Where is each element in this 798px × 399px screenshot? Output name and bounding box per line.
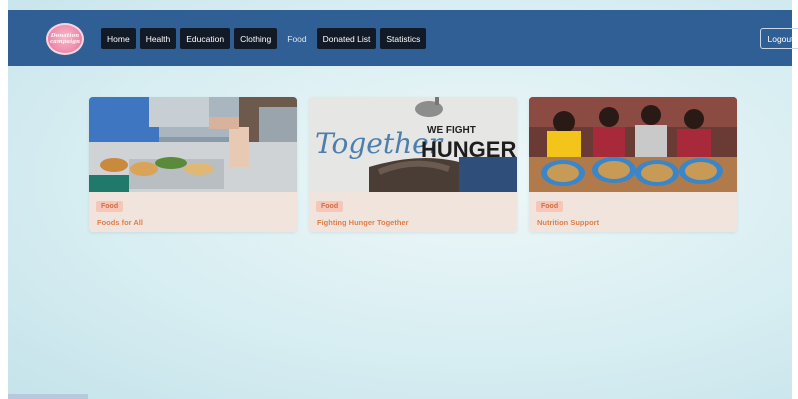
card-image-children-eating: [529, 97, 737, 192]
donation-card-nutrition-support[interactable]: Food Nutrition Support: [529, 97, 737, 232]
taskbar-edge: [8, 394, 88, 399]
nav-education-button[interactable]: Education: [180, 28, 231, 49]
nav-menu: Home Health Education Clothing Food Dona…: [101, 28, 427, 49]
category-badge: Food: [536, 201, 564, 212]
logo-text-line2: campaign: [49, 39, 81, 45]
donation-card-foods-for-all[interactable]: Food Foods for All: [89, 97, 297, 232]
logout-button[interactable]: Logout: [760, 28, 798, 49]
donation-card-fighting-hunger-together[interactable]: Together WE FIGHT HUNGER Food Fighting H…: [309, 97, 517, 232]
logo-text: Donation campaign: [50, 33, 80, 45]
card-image-food-serving: [89, 97, 297, 192]
image-text-we-fight: WE FIGHT: [427, 125, 476, 136]
window-edge-right: [792, 0, 798, 399]
card-title: Fighting Hunger Together: [317, 218, 409, 227]
nav-home-button[interactable]: Home: [101, 28, 136, 49]
card-image-we-fight-hunger: Together WE FIGHT HUNGER: [309, 97, 517, 192]
window-edge-left: [0, 0, 8, 399]
nav-food-button[interactable]: Food: [281, 28, 313, 49]
logo[interactable]: Donation campaign: [46, 23, 84, 55]
nav-donated-list-button[interactable]: Donated List: [316, 28, 377, 49]
nav-clothing-button[interactable]: Clothing: [234, 28, 278, 49]
card-title: Nutrition Support: [537, 218, 600, 227]
category-badge: Food: [96, 201, 124, 212]
category-badge: Food: [316, 201, 344, 212]
image-text-hunger: HUNGER: [421, 137, 516, 162]
card-title: Foods for All: [97, 218, 143, 227]
nav-statistics-button[interactable]: Statistics: [380, 28, 427, 49]
nav-health-button[interactable]: Health: [139, 28, 177, 49]
navbar: Donation campaign Home Health Education …: [8, 10, 798, 66]
